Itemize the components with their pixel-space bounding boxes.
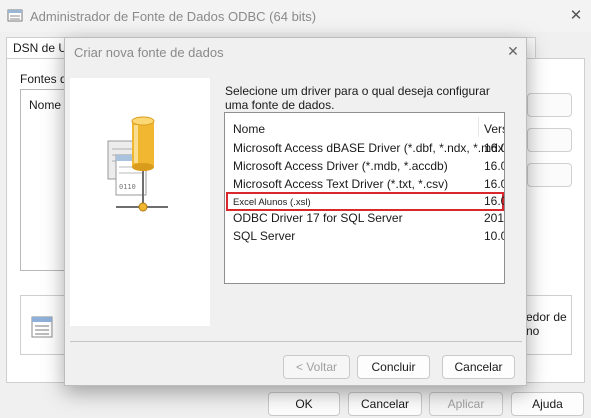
titlebar: Administrador de Fonte de Dados ODBC (64… bbox=[0, 0, 591, 32]
dialog-close-icon[interactable]: ✕ bbox=[504, 42, 522, 60]
list-item[interactable]: Microsoft Access Driver (*.mdb, *.accdb)… bbox=[226, 158, 504, 175]
wizard-art-panel: 0110 bbox=[70, 78, 210, 326]
list-item[interactable]: ODBC Driver 17 for SQL Server 2017 bbox=[226, 210, 504, 227]
cancel-button[interactable]: Cancelar bbox=[348, 392, 422, 416]
list-item[interactable]: Microsoft Access Text Driver (*.txt, *.c… bbox=[226, 176, 504, 193]
add-button[interactable] bbox=[527, 93, 572, 117]
column-header-name[interactable]: Nome bbox=[233, 122, 265, 136]
dialog-title: Criar nova fonte de dados bbox=[74, 45, 224, 60]
remove-button[interactable] bbox=[527, 128, 572, 152]
odbc-app-icon bbox=[7, 9, 23, 22]
ok-button[interactable]: OK bbox=[268, 392, 340, 416]
svg-text:0110: 0110 bbox=[119, 183, 136, 191]
column-separator bbox=[478, 117, 479, 137]
odbc-info-icon bbox=[31, 316, 53, 338]
dialog-divider bbox=[70, 341, 522, 342]
database-driver-icon: 0110 bbox=[107, 116, 168, 212]
list-item-highlighted[interactable]: Excel Alunos (.xsl) 16.0 bbox=[226, 192, 504, 211]
window-title: Administrador de Fonte de Dados ODBC (64… bbox=[30, 9, 317, 24]
info-text: edor de no bbox=[526, 310, 567, 338]
dialog-cancel-button[interactable]: Cancelar bbox=[442, 355, 515, 379]
data-sources-list[interactable]: Nome bbox=[20, 89, 65, 271]
list-column-name: Nome bbox=[29, 98, 62, 112]
driver-list[interactable]: Nome Vers Microsoft Access dBASE Driver … bbox=[224, 112, 505, 284]
tab-user-dsn[interactable]: DSN de Usuário bbox=[6, 37, 68, 59]
apply-button[interactable]: Aplicar bbox=[429, 392, 503, 416]
configure-button[interactable] bbox=[527, 163, 572, 187]
help-button[interactable]: Ajuda bbox=[511, 392, 584, 416]
finish-button[interactable]: Concluir bbox=[357, 355, 430, 379]
back-button[interactable]: < Voltar bbox=[283, 355, 350, 379]
create-data-source-dialog: Criar nova fonte de dados ✕ 0110 Selecio… bbox=[64, 37, 527, 386]
column-header-version[interactable]: Vers bbox=[484, 122, 504, 136]
list-item[interactable]: SQL Server 10.0 bbox=[226, 228, 504, 245]
driver-prompt: Selecione um driver para o qual deseja c… bbox=[225, 84, 490, 112]
window-close-icon[interactable]: ✕ bbox=[566, 6, 586, 26]
list-item[interactable]: Microsoft Access dBASE Driver (*.dbf, *.… bbox=[226, 140, 504, 157]
